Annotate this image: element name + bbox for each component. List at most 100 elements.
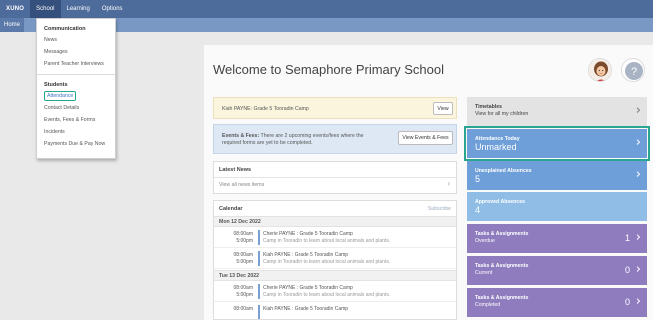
event-times: 08:00am (219, 306, 253, 313)
school-dropdown-menu: Communication News Messages Parent Teach… (36, 18, 116, 159)
timetables-tile[interactable]: Timetables View for all my children › (467, 97, 647, 126)
calendar-day-header: Tue 13 Dec 2022 (214, 270, 456, 281)
menu-item-parent-teacher-interviews[interactable]: Parent Teacher Interviews (37, 58, 115, 70)
default-avatar-icon: ? (625, 62, 643, 80)
tasks-current-tile[interactable]: Tasks & Assignments Current 0 › (467, 256, 647, 285)
student-avatar[interactable] (588, 58, 612, 82)
menu-item-messages[interactable]: Messages (37, 46, 115, 58)
day-label: Tue 13 Dec 2022 (219, 273, 259, 279)
event-end: 5:00pm (236, 259, 253, 265)
menu-item-news[interactable]: News (37, 34, 115, 46)
menu-divider (37, 74, 115, 75)
event-start: 08:00am (233, 285, 253, 291)
calendar-event[interactable]: 08:00am 5:00pm Cherie PAYNE : Grade 5 Too… (214, 282, 456, 302)
calendar-title: Calendar (219, 206, 243, 212)
tasks-completed-subtitle: Completed (475, 302, 501, 308)
menu-section-students: Students (44, 82, 68, 88)
calendar-card: Calendar Subscribe Mon 12 Dec 2022 08:00… (213, 200, 457, 320)
event-times: 08:00am 5:00pm (219, 285, 253, 299)
nav-school[interactable]: School (30, 0, 61, 18)
camp-notice-text: Kiah PAYNE: Grade 5 Tooradin Camp (222, 106, 309, 112)
menu-item-payments[interactable]: Payments Due & Pay Now (37, 138, 115, 150)
event-description: Kiah PAYNE : Grade 5 Tooradin Camp (263, 306, 348, 313)
event-subtitle: Camp in Tooradin to learn about local an… (263, 292, 391, 298)
menu-item-events-fees-forms[interactable]: Events, Fees & Forms (37, 114, 115, 126)
menu-section-communication: Communication (44, 26, 86, 32)
top-nav: School Learning Options (30, 0, 128, 18)
menu-item-attendance-label[interactable]: Attendance (44, 91, 77, 101)
menu-item-contact-details[interactable]: Contact Details (37, 102, 115, 114)
svg-text:?: ? (631, 66, 637, 78)
chevron-right-icon: › (635, 103, 641, 118)
chevron-right-icon: › (635, 167, 641, 182)
default-avatar[interactable]: ? (621, 58, 645, 82)
camp-notice-card: Kiah PAYNE: Grade 5 Tooradin Camp View (213, 97, 457, 119)
view-camp-button[interactable]: View (433, 102, 453, 115)
nav-home[interactable]: Home (0, 18, 25, 32)
tasks-current-title: Tasks & Assignments (475, 263, 529, 269)
event-title: Cherie PAYNE : Grade 5 Tooradin Camp (263, 285, 353, 291)
page-title: Welcome to Semaphore Primary School (213, 62, 444, 77)
event-subtitle: Camp in Tooradin to learn about local an… (263, 238, 391, 244)
events-fees-card: Events & Fees: There are 2 upcoming even… (213, 124, 457, 154)
chevron-right-icon: › (635, 230, 641, 245)
event-end: 5:00pm (236, 292, 253, 298)
chevron-right-icon[interactable]: › (447, 179, 450, 188)
dashboard-panel: Welcome to Semaphore Primary School ? Ki… (204, 45, 653, 320)
tasks-completed-tile[interactable]: Tasks & Assignments Completed 0 › (467, 288, 647, 317)
view-all-news-link[interactable]: View all news items (219, 182, 264, 188)
events-fees-label: Events & Fees: (222, 133, 260, 139)
timetables-subtitle: View for all my children (475, 111, 529, 117)
nav-learning[interactable]: Learning (61, 0, 96, 18)
event-title: Kiah PAYNE : Grade 5 Tooradin Camp (263, 306, 349, 312)
attendance-today-tile[interactable]: Attendance Today Unmarked › (464, 126, 650, 161)
event-start: 08:00am (233, 306, 253, 312)
tasks-overdue-subtitle: Overdue (475, 238, 495, 244)
chevron-right-icon: › (635, 135, 641, 150)
approved-absences-title: Approved Absences (475, 199, 525, 205)
view-events-fees-button[interactable]: View Events & Fees (398, 131, 453, 145)
latest-news-title: Latest News (219, 167, 252, 173)
chevron-right-icon: › (635, 294, 641, 309)
event-description: Kiah PAYNE : Grade 5 Tooradin Camp Camp i… (263, 252, 390, 266)
tasks-completed-title: Tasks & Assignments (475, 295, 529, 301)
event-description: Cherie PAYNE : Grade 5 Tooradin Camp Camp… (263, 285, 390, 299)
tasks-current-count: 0 (624, 265, 630, 275)
calendar-event[interactable]: 08:00am 5:00pm Cherie PAYNE : Grade 5 Too… (214, 228, 456, 248)
tasks-current-subtitle: Current (475, 270, 493, 276)
unexplained-absences-value: 5 (475, 174, 481, 184)
tasks-overdue-tile[interactable]: Tasks & Assignments Overdue 1 › (467, 224, 647, 253)
attendance-today-value: Unmarked (475, 142, 517, 152)
calendar-event[interactable]: 08:00am Kiah PAYNE : Grade 5 Tooradin Ca… (214, 303, 456, 319)
events-fees-text: Events & Fees: There are 2 upcoming even… (222, 133, 382, 147)
event-description: Cherie PAYNE : Grade 5 Tooradin Camp Camp… (263, 231, 390, 245)
event-times: 08:00am 5:00pm (219, 252, 253, 266)
avatar-icon (589, 59, 611, 81)
nav-options[interactable]: Options (96, 0, 129, 18)
subscribe-link[interactable]: Subscribe (428, 206, 451, 212)
event-times: 08:00am 5:00pm (219, 231, 253, 245)
unexplained-absences-title: Unexplained Absences (475, 168, 532, 174)
calendar-event[interactable]: 08:00am 5:00pm Kiah PAYNE : Grade 5 Toora… (214, 249, 456, 269)
approved-absences-value: 4 (475, 205, 481, 215)
event-subtitle: Camp in Tooradin to learn about local an… (263, 259, 391, 265)
event-title: Cherie PAYNE : Grade 5 Tooradin Camp (263, 231, 353, 237)
unexplained-absences-tile[interactable]: Unexplained Absences 5 › (467, 161, 647, 190)
event-start: 08:00am (233, 231, 253, 237)
menu-item-incidents[interactable]: Incidents (37, 126, 115, 138)
tasks-overdue-title: Tasks & Assignments (475, 231, 529, 237)
tasks-completed-count: 0 (624, 297, 630, 307)
chevron-right-icon: › (635, 262, 641, 277)
event-end: 5:00pm (236, 238, 253, 244)
timetables-title: Timetables (475, 104, 503, 110)
menu-item-attendance[interactable]: Attendance (37, 90, 115, 102)
latest-news-card: Latest News View all news items › (213, 161, 457, 194)
calendar-day-header: Mon 12 Dec 2022 (214, 216, 456, 227)
top-navigation-bar: XUNO School Learning Options (0, 0, 653, 18)
tasks-overdue-count: 1 (624, 233, 630, 243)
event-start: 08:00am (233, 252, 253, 258)
event-title: Kiah PAYNE : Grade 5 Tooradin Camp (263, 252, 349, 258)
day-label: Mon 12 Dec 2022 (219, 219, 261, 225)
xuno-logo[interactable]: XUNO (0, 6, 30, 12)
approved-absences-tile[interactable]: Approved Absences 4 (467, 192, 647, 221)
